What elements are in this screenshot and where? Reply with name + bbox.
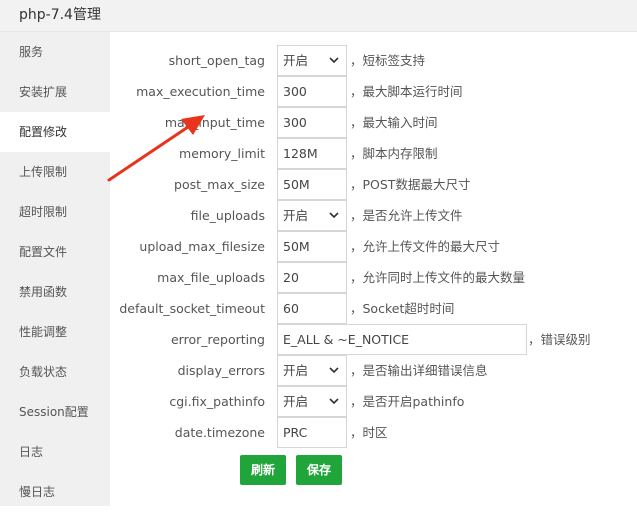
setting-label: date.timezone xyxy=(174,425,265,440)
setting-row-short-open-tag: short_open_tag 开启 ，短标签支持 xyxy=(110,45,637,76)
error-reporting-input[interactable] xyxy=(277,324,527,355)
chevron-down-icon xyxy=(329,398,339,405)
setting-row-error-reporting: error_reporting ，错误级别 xyxy=(110,324,637,355)
setting-row-file-uploads: file_uploads 开启 ，是否允许上传文件 xyxy=(110,200,637,231)
setting-row-default-socket-timeout: default_socket_timeout ，Socket超时时间 xyxy=(110,293,637,324)
setting-row-max-execution-time: max_execution_time ，最大脚本运行时间 xyxy=(110,76,637,107)
setting-row-display-errors: display_errors 开启 ，是否输出详细错误信息 xyxy=(110,355,637,386)
setting-row-max-input-time: max_input_time ，最大输入时间 xyxy=(110,107,637,138)
setting-label: short_open_tag xyxy=(168,53,265,68)
setting-label: cgi.fix_pathinfo xyxy=(169,394,265,409)
date-timezone-input[interactable] xyxy=(277,417,347,448)
max-file-uploads-input[interactable] xyxy=(277,262,347,293)
setting-description: ，Socket超时时间 xyxy=(350,301,455,316)
cgi-fix-pathinfo-select[interactable]: 开启 xyxy=(277,386,347,417)
select-value: 开启 xyxy=(283,208,309,223)
setting-label: upload_max_filesize xyxy=(139,239,265,254)
setting-label: max_file_uploads xyxy=(157,270,265,285)
chevron-down-icon xyxy=(329,212,339,219)
setting-row-cgi-fix-pathinfo: cgi.fix_pathinfo 开启 ，是否开启pathinfo xyxy=(110,386,637,417)
setting-row-memory-limit: memory_limit ，脚本内存限制 xyxy=(110,138,637,169)
select-value: 开启 xyxy=(283,363,309,378)
default-socket-timeout-input[interactable] xyxy=(277,293,347,324)
setting-description: ，POST数据最大尺寸 xyxy=(350,177,471,192)
setting-description: ，是否输出详细错误信息 xyxy=(350,363,488,378)
setting-label: display_errors xyxy=(177,363,265,378)
setting-description: ，短标签支持 xyxy=(350,53,426,68)
setting-label: default_socket_timeout xyxy=(119,301,265,316)
setting-row-date-timezone: date.timezone ，时区 xyxy=(110,417,637,448)
select-value: 开启 xyxy=(283,53,309,68)
chevron-down-icon xyxy=(329,367,339,374)
chevron-down-icon xyxy=(329,57,339,64)
save-button[interactable]: 保存 xyxy=(296,455,343,485)
display-errors-select[interactable]: 开启 xyxy=(277,355,347,386)
sidebar-item-service[interactable]: 服务 xyxy=(0,32,110,72)
sidebar-item-config-file[interactable]: 配置文件 xyxy=(0,232,110,272)
setting-description: ，错误级别 xyxy=(528,332,591,347)
sidebar-item-slow-log[interactable]: 慢日志 xyxy=(0,472,110,512)
sidebar-item-session-config[interactable]: Session配置 xyxy=(0,392,110,432)
setting-description: ，时区 xyxy=(350,425,388,440)
sidebar-item-upload-limit[interactable]: 上传限制 xyxy=(0,152,110,192)
setting-label: max_input_time xyxy=(164,115,265,130)
setting-description: ，是否开启pathinfo xyxy=(350,394,465,409)
setting-row-max-file-uploads: max_file_uploads ，允许同时上传文件的最大数量 xyxy=(110,262,637,293)
sidebar-item-log[interactable]: 日志 xyxy=(0,432,110,472)
max-input-time-input[interactable] xyxy=(277,107,347,138)
title-bar: php-7.4管理 xyxy=(0,0,637,32)
setting-description: ，最大脚本运行时间 xyxy=(350,84,463,99)
post-max-size-input[interactable] xyxy=(277,169,347,200)
setting-row-upload-max-filesize: upload_max_filesize ，允许上传文件的最大尺寸 xyxy=(110,231,637,262)
sidebar-item-timeout-limit[interactable]: 超时限制 xyxy=(0,192,110,232)
refresh-button[interactable]: 刷新 xyxy=(240,455,287,485)
setting-row-post-max-size: post_max_size ，POST数据最大尺寸 xyxy=(110,169,637,200)
sidebar-item-disabled-functions[interactable]: 禁用函数 xyxy=(0,272,110,312)
upload-max-filesize-input[interactable] xyxy=(277,231,347,262)
sidebar-item-config-edit[interactable]: 配置修改 xyxy=(0,112,110,152)
max-execution-time-input[interactable] xyxy=(277,76,347,107)
setting-label: post_max_size xyxy=(174,177,265,192)
setting-label: file_uploads xyxy=(190,208,265,223)
sidebar-item-install-extensions[interactable]: 安装扩展 xyxy=(0,72,110,112)
select-value: 开启 xyxy=(283,394,309,409)
sidebar: 服务 安装扩展 配置修改 上传限制 超时限制 配置文件 禁用函数 性能调整 负载… xyxy=(0,32,110,506)
short-open-tag-select[interactable]: 开启 xyxy=(277,45,347,76)
sidebar-item-performance[interactable]: 性能调整 xyxy=(0,312,110,352)
setting-description: ，是否允许上传文件 xyxy=(350,208,463,223)
setting-description: ，允许同时上传文件的最大数量 xyxy=(350,270,526,285)
setting-description: ，脚本内存限制 xyxy=(350,146,438,161)
window-title: php-7.4管理 xyxy=(19,7,101,23)
file-uploads-select[interactable]: 开启 xyxy=(277,200,347,231)
sidebar-item-load-status[interactable]: 负载状态 xyxy=(0,352,110,392)
setting-label: memory_limit xyxy=(179,146,265,161)
memory-limit-input[interactable] xyxy=(277,138,347,169)
setting-label: error_reporting xyxy=(170,332,265,347)
setting-label: max_execution_time xyxy=(136,84,265,99)
setting-description: ，最大输入时间 xyxy=(350,115,438,130)
setting-description: ，允许上传文件的最大尺寸 xyxy=(350,239,501,254)
